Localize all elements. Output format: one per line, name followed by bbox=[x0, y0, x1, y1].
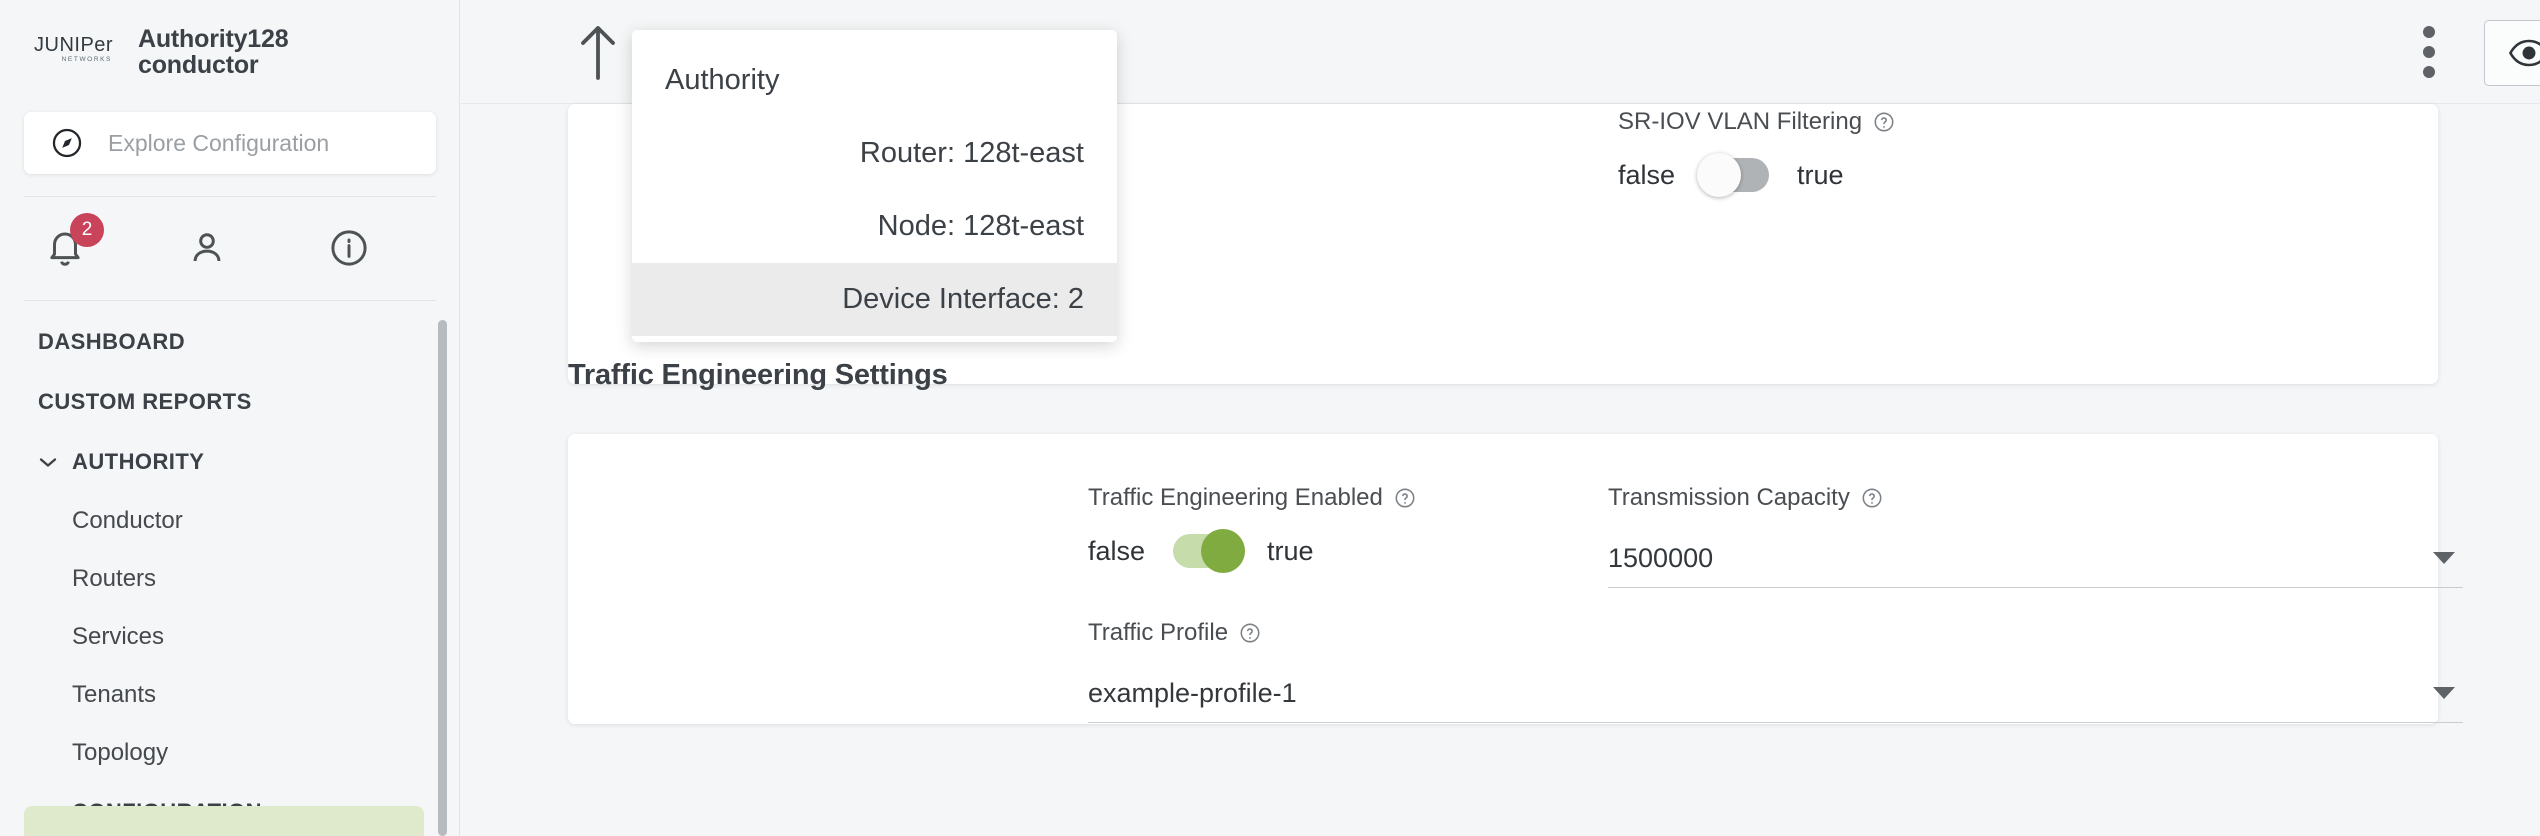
user-icon bbox=[186, 227, 228, 269]
sidebar-item-conductor[interactable]: Conductor bbox=[0, 492, 448, 550]
sidebar-item-services[interactable]: Services bbox=[0, 608, 448, 666]
transmission-capacity-field: Transmission Capacity 1500000 bbox=[1608, 484, 2463, 588]
menu-item-label: Device Interface: 2 bbox=[842, 283, 1084, 315]
product-name: Authority128 bbox=[138, 26, 288, 53]
sidebar-item-authority[interactable]: AUTHORITY bbox=[0, 432, 448, 492]
chevron-down-icon bbox=[38, 456, 58, 468]
traffic-engineering-card: Traffic Engineering Enabled false true T… bbox=[568, 434, 2438, 724]
sriov-true-label: true bbox=[1797, 160, 1844, 191]
breadcrumb-menu-item-device-interface[interactable]: Device Interface: 2 bbox=[632, 263, 1117, 336]
menu-item-label: Node: 128t-east bbox=[878, 210, 1084, 242]
sriov-label: SR-IOV VLAN Filtering bbox=[1618, 108, 1895, 136]
transmission-capacity-label: Transmission Capacity bbox=[1608, 484, 2463, 512]
sidebar-item-label: Routers bbox=[72, 565, 156, 592]
transmission-capacity-select[interactable]: 1500000 bbox=[1608, 530, 2463, 588]
divider-bottom bbox=[24, 300, 436, 301]
sriov-toggle[interactable] bbox=[1703, 158, 1769, 192]
help-icon[interactable] bbox=[1394, 487, 1416, 509]
te-enabled-label-text: Traffic Engineering Enabled bbox=[1088, 484, 1383, 512]
traffic-profile-value: example-profile-1 bbox=[1088, 678, 1297, 709]
quick-icons: 2 bbox=[0, 196, 460, 300]
explore-configuration-search[interactable]: Explore Configuration bbox=[24, 112, 436, 174]
compass-icon bbox=[50, 126, 84, 160]
traffic-profile-label: Traffic Profile bbox=[1088, 619, 2463, 647]
product-title: Authority128 conductor bbox=[138, 26, 288, 79]
chevron-down-icon[interactable] bbox=[2433, 552, 2455, 564]
sriov-toggle-row: false true bbox=[1618, 158, 1895, 192]
traffic-profile-select[interactable]: example-profile-1 bbox=[1088, 665, 2463, 723]
traffic-profile-field: Traffic Profile example-profile-1 bbox=[1088, 619, 2463, 723]
sidebar-nav: DASHBOARD CUSTOM REPORTS AUTHORITY Condu… bbox=[0, 312, 448, 836]
sidebar-item-tenants[interactable]: Tenants bbox=[0, 666, 448, 724]
menu-item-label: Authority bbox=[665, 64, 779, 96]
help-icon[interactable] bbox=[1873, 111, 1895, 133]
section-title-traffic-engineering: Traffic Engineering Settings bbox=[568, 359, 948, 392]
notifications-button[interactable]: 2 bbox=[44, 227, 86, 269]
breadcrumb-menu-item-node[interactable]: Node: 128t-east bbox=[632, 190, 1117, 263]
sriov-false-label: false bbox=[1618, 160, 1675, 191]
te-true-label: true bbox=[1267, 536, 1314, 567]
arrow-up-icon[interactable] bbox=[574, 22, 622, 82]
sidebar-item-label: Tenants bbox=[72, 681, 156, 708]
brand[interactable]: JUNIPer NETWORKS Authority128 conductor bbox=[0, 0, 459, 104]
help-icon[interactable] bbox=[1239, 622, 1261, 644]
user-profile-button[interactable] bbox=[186, 227, 228, 269]
logo-subtext: NETWORKS bbox=[34, 56, 112, 63]
sidebar-item-label: Conductor bbox=[72, 507, 183, 534]
sidebar-item-routers[interactable]: Routers bbox=[0, 550, 448, 608]
sidebar-item-custom-reports[interactable]: CUSTOM REPORTS bbox=[0, 372, 448, 432]
sidebar-item-label: CUSTOM REPORTS bbox=[38, 389, 252, 415]
traffic-profile-label-text: Traffic Profile bbox=[1088, 619, 1228, 647]
notification-badge: 2 bbox=[70, 213, 104, 247]
sidebar-selected-item[interactable] bbox=[24, 806, 424, 836]
sidebar-item-label: Services bbox=[72, 623, 164, 650]
chevron-down-icon[interactable] bbox=[2433, 687, 2455, 699]
more-vertical-icon[interactable] bbox=[2423, 26, 2435, 78]
juniper-logo-icon: JUNIPer NETWORKS bbox=[34, 35, 112, 69]
toggle-knob bbox=[1697, 153, 1741, 197]
info-icon bbox=[328, 227, 370, 269]
sriov-field: SR-IOV VLAN Filtering false true bbox=[1618, 108, 1895, 192]
sidebar-item-label: DASHBOARD bbox=[38, 329, 185, 355]
help-icon[interactable] bbox=[1861, 487, 1883, 509]
product-subname: conductor bbox=[138, 52, 288, 79]
breadcrumb-menu-item-router[interactable]: Router: 128t-east bbox=[632, 117, 1117, 190]
eye-icon bbox=[2508, 38, 2540, 68]
te-false-label: false bbox=[1088, 536, 1145, 567]
breadcrumb-menu-item-authority[interactable]: Authority bbox=[632, 44, 1117, 117]
te-enabled-toggle[interactable] bbox=[1173, 534, 1239, 568]
sidebar-item-label: Topology bbox=[72, 739, 168, 766]
transmission-capacity-value: 1500000 bbox=[1608, 543, 1713, 574]
sidebar: JUNIPer NETWORKS Authority128 conductor … bbox=[0, 0, 460, 836]
transmission-capacity-label-text: Transmission Capacity bbox=[1608, 484, 1850, 512]
menu-item-label: Router: 128t-east bbox=[860, 137, 1084, 169]
breadcrumb-dropdown-menu: Authority Router: 128t-east Node: 128t-e… bbox=[632, 30, 1117, 342]
search-input-placeholder[interactable]: Explore Configuration bbox=[108, 130, 329, 157]
toggle-knob bbox=[1201, 529, 1245, 573]
viewing-mode-button[interactable]: VIEWING MODE: Advanced bbox=[2484, 20, 2540, 86]
sidebar-item-label: AUTHORITY bbox=[72, 449, 204, 475]
logo-wordmark: JUNIPer bbox=[34, 35, 112, 55]
sidebar-scrollbar-thumb[interactable] bbox=[438, 320, 447, 836]
sidebar-item-topology[interactable]: Topology bbox=[0, 724, 448, 782]
sriov-label-text: SR-IOV VLAN Filtering bbox=[1618, 108, 1862, 136]
app-root: JUNIPer NETWORKS Authority128 conductor … bbox=[0, 0, 2540, 836]
info-button[interactable] bbox=[328, 227, 370, 269]
sidebar-item-dashboard[interactable]: DASHBOARD bbox=[0, 312, 448, 372]
